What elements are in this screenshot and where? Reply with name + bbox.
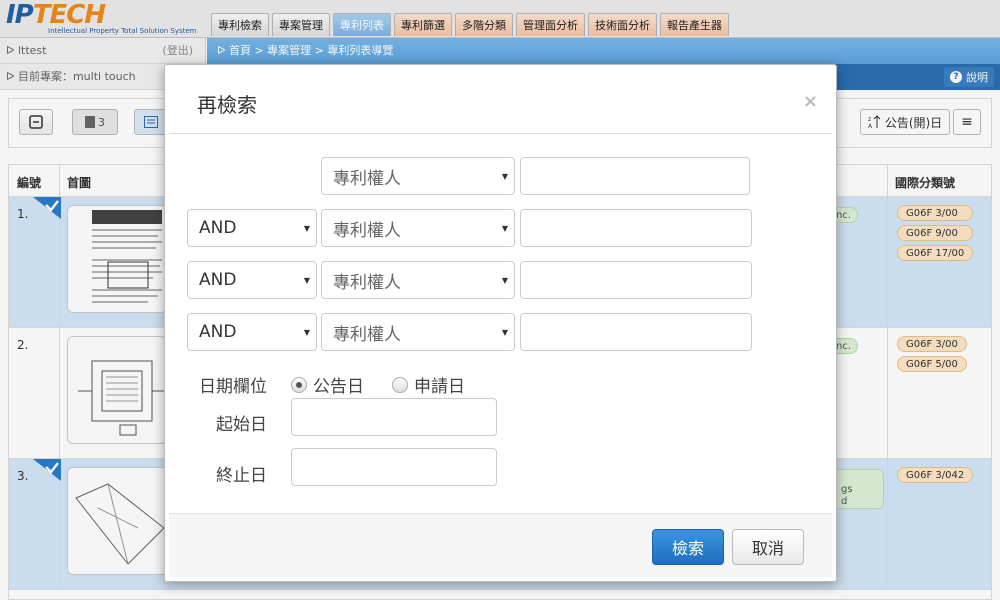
close-icon[interactable]: ×	[803, 91, 818, 112]
search-input-3[interactable]	[520, 261, 752, 299]
search-button[interactable]: 檢索	[652, 529, 724, 565]
field-select-1[interactable]: 專利權人 ▼	[321, 157, 515, 195]
operator-select-4[interactable]: AND ▼	[187, 313, 317, 351]
operator-select-3[interactable]: AND ▼	[187, 261, 317, 299]
cancel-button[interactable]: 取消	[732, 529, 804, 565]
radio-selected-icon	[291, 376, 307, 393]
field-select-2[interactable]: 專利權人 ▼	[321, 209, 515, 247]
modal-title: 再檢索	[197, 93, 257, 117]
divider	[169, 133, 832, 134]
search-input-1[interactable]	[520, 157, 750, 195]
radio-publish-date[interactable]: 公告日	[291, 372, 364, 397]
dropdown-arrow-icon: ▼	[501, 224, 508, 233]
date-field-label: 日期欄位	[199, 377, 267, 397]
dropdown-arrow-icon: ▼	[501, 172, 508, 181]
search-input-4[interactable]	[520, 313, 752, 351]
radio-unselected-icon	[392, 376, 408, 393]
end-date-label: 終止日	[216, 466, 267, 486]
dropdown-arrow-icon: ▼	[303, 328, 310, 337]
dropdown-arrow-icon: ▼	[501, 276, 508, 285]
end-date-input[interactable]	[291, 448, 497, 486]
field-select-4[interactable]: 專利權人 ▼	[321, 313, 515, 351]
start-date-label: 起始日	[216, 415, 267, 435]
field-select-3[interactable]: 專利權人 ▼	[321, 261, 515, 299]
search-input-2[interactable]	[520, 209, 752, 247]
dropdown-arrow-icon: ▼	[303, 276, 310, 285]
radio-apply-date[interactable]: 申請日	[392, 372, 465, 397]
operator-select-2[interactable]: AND ▼	[187, 209, 317, 247]
research-modal: 再檢索 × 專利權人 ▼ AND ▼ 專利權人 ▼ AND ▼ 專利權人 ▼ AND ▼ 專…	[164, 64, 837, 582]
dropdown-arrow-icon: ▼	[501, 328, 508, 337]
dropdown-arrow-icon: ▼	[303, 224, 310, 233]
start-date-input[interactable]	[291, 398, 497, 436]
modal-footer: 檢索 取消	[169, 513, 832, 577]
